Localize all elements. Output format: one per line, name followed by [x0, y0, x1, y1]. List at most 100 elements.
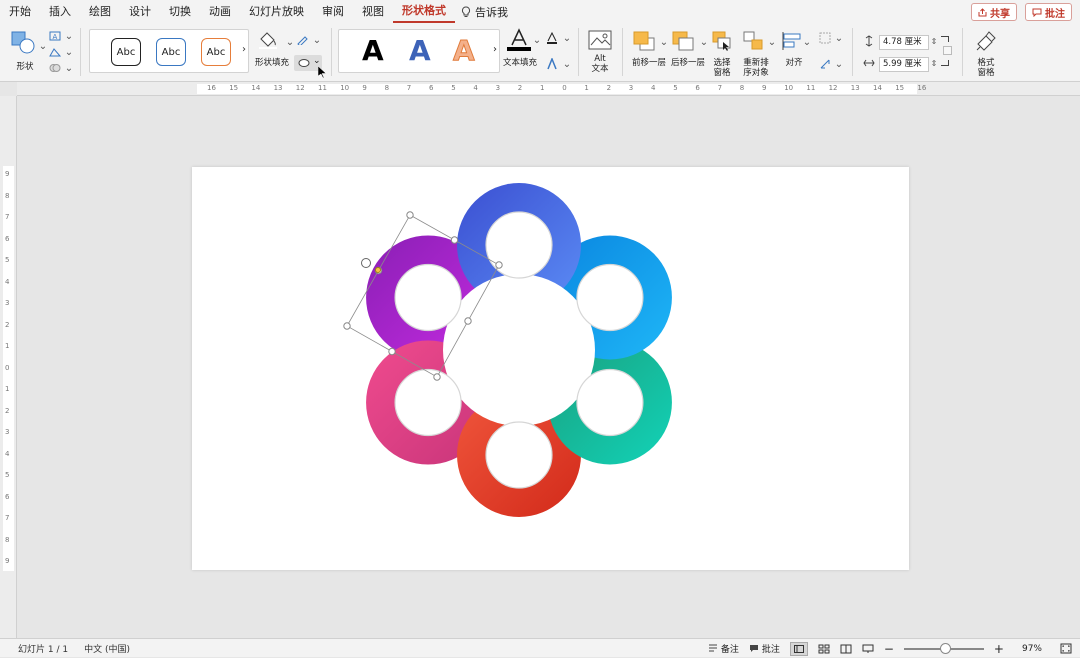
chevron-down-icon[interactable]: ⌄: [697, 36, 711, 48]
text-outline-icon[interactable]: [545, 32, 559, 44]
shape-label: 形状: [16, 62, 34, 72]
resize-handle[interactable]: [406, 211, 414, 219]
chevron-down-icon[interactable]: ⌄: [310, 34, 324, 46]
gallery-more-icon[interactable]: ›: [242, 44, 246, 55]
selection-pane-button[interactable]: 选择 窗格: [710, 30, 734, 78]
text-fill-label: 文本填充: [502, 58, 537, 68]
chevron-down-icon[interactable]: ⌄: [62, 30, 76, 42]
chevron-down-icon[interactable]: ⌄: [832, 58, 846, 70]
shape-style-1[interactable]: Abc: [111, 38, 141, 66]
ruler-tick-label: 15: [229, 84, 239, 92]
tab-slideshow[interactable]: 幻灯片放映: [240, 0, 313, 24]
chevron-down-icon[interactable]: ⌄: [765, 36, 779, 48]
tab-design[interactable]: 设计: [120, 0, 160, 24]
resize-handle[interactable]: [343, 322, 351, 330]
resize-handle[interactable]: [374, 266, 383, 275]
chevron-down-icon[interactable]: ⌄: [62, 46, 76, 58]
wordart-gallery: A A A ›: [338, 29, 500, 73]
share-button[interactable]: 共享: [971, 3, 1017, 21]
shape-outline-icon[interactable]: [296, 34, 310, 46]
reorder-objects-icon: [743, 31, 763, 50]
notes-label: 备注: [720, 645, 739, 655]
shape-effects-icon: [298, 59, 310, 67]
wordart-style-3[interactable]: A: [453, 34, 476, 68]
comments-button[interactable]: 批注: [1025, 3, 1072, 21]
fit-to-window-icon[interactable]: [1060, 643, 1072, 654]
ruler-tick-label: 5: [673, 84, 678, 92]
resize-handle[interactable]: [433, 373, 441, 381]
ruler-tick-label: 4: [5, 277, 10, 286]
edit-shape-icon[interactable]: [48, 46, 62, 58]
resize-handle[interactable]: [495, 261, 503, 269]
alt-text-label-2: 文本: [591, 64, 609, 74]
resize-handle[interactable]: [450, 236, 459, 244]
menu-bar: 开始 插入 绘图 设计 切换 动画 幻灯片放映 审阅 视图 形状格式 告诉我 共…: [0, 0, 1080, 24]
send-backward-icon: [672, 31, 694, 51]
slide-sorter-icon[interactable]: [818, 644, 830, 654]
zoom-out-button[interactable]: −: [884, 642, 894, 656]
format-pane-button[interactable]: 格式 窗格: [972, 30, 1000, 78]
wordart-style-2[interactable]: A: [409, 34, 431, 67]
merge-shapes-icon[interactable]: [48, 62, 62, 74]
reading-view-icon[interactable]: [840, 644, 852, 654]
tab-animations[interactable]: 动画: [200, 0, 240, 24]
ruler-tick-label: 16: [207, 84, 216, 92]
gallery-more-icon[interactable]: ›: [493, 44, 497, 55]
ruler-tick-label: 5: [5, 471, 10, 479]
tab-home[interactable]: 开始: [0, 0, 40, 24]
tab-view[interactable]: 视图: [353, 0, 393, 24]
lock-aspect-checkbox[interactable]: [943, 46, 952, 55]
status-comments-button[interactable]: 批注: [749, 642, 780, 655]
shape-style-2[interactable]: Abc: [156, 38, 186, 66]
width-stepper[interactable]: ⇕: [927, 57, 941, 69]
wordart-style-1[interactable]: A: [362, 34, 384, 67]
text-box-icon[interactable]: A: [48, 30, 62, 42]
ruler-tick-label: 9: [362, 84, 367, 92]
notes-button[interactable]: 备注: [708, 642, 739, 655]
zoom-in-button[interactable]: +: [994, 642, 1004, 656]
ruler-tick-label: 7: [406, 84, 412, 92]
notes-icon: [708, 644, 717, 652]
chevron-down-icon[interactable]: ⌄: [62, 62, 76, 74]
rotate-icon[interactable]: [818, 58, 832, 70]
lock-aspect-bracket: [941, 36, 949, 42]
alt-text-button[interactable]: Alt 文本: [586, 30, 614, 78]
height-input[interactable]: 4.78 厘米: [879, 35, 929, 50]
chevron-down-icon[interactable]: ⌄: [832, 32, 846, 44]
tell-me[interactable]: 告诉我: [455, 4, 508, 20]
ruler-tick-label: 11: [318, 84, 327, 92]
ruler-tick-label: 9: [5, 557, 10, 565]
comment-icon: [749, 645, 758, 652]
chevron-down-icon[interactable]: ⌄: [560, 58, 574, 70]
slideshow-icon[interactable]: [862, 644, 874, 654]
shape-style-3[interactable]: Abc: [201, 38, 231, 66]
tab-draw[interactable]: 绘图: [80, 0, 120, 24]
chevron-down-icon[interactable]: ⌄: [530, 34, 544, 46]
lightbulb-icon: [461, 6, 471, 17]
zoom-thumb[interactable]: [939, 642, 951, 654]
zoom-slider[interactable]: [903, 642, 984, 654]
zoom-level[interactable]: 97%: [1014, 644, 1042, 654]
normal-view-button[interactable]: [789, 641, 808, 656]
text-effects-icon[interactable]: [545, 58, 559, 70]
tab-shape-format[interactable]: 形状格式: [393, 1, 455, 23]
ruler-tick-label: 2: [606, 84, 612, 92]
chevron-down-icon[interactable]: ⌄: [283, 36, 297, 48]
group-objects-icon[interactable]: [818, 32, 832, 44]
insert-shape-button[interactable]: 形状: [8, 30, 42, 76]
rotate-handle-icon[interactable]: [361, 258, 371, 268]
tab-insert[interactable]: 插入: [40, 0, 80, 24]
tab-review[interactable]: 审阅: [313, 0, 353, 24]
shape-styles-gallery: Abc Abc Abc ›: [89, 29, 249, 73]
resize-handle[interactable]: [388, 347, 396, 356]
ruler-tick-label: 8: [5, 191, 10, 200]
width-input[interactable]: 5.99 厘米: [879, 57, 929, 72]
language-indicator[interactable]: 中文 (中国): [68, 642, 130, 655]
height-stepper[interactable]: ⇕: [927, 35, 941, 47]
tab-transitions[interactable]: 切换: [160, 0, 200, 24]
tell-me-label: 告诉我: [475, 6, 508, 19]
chevron-down-icon[interactable]: ⌄: [800, 36, 814, 48]
chevron-down-icon[interactable]: ⌄: [560, 32, 574, 44]
ruler-tick-label: 14: [873, 84, 882, 92]
resize-handle[interactable]: [464, 317, 472, 325]
